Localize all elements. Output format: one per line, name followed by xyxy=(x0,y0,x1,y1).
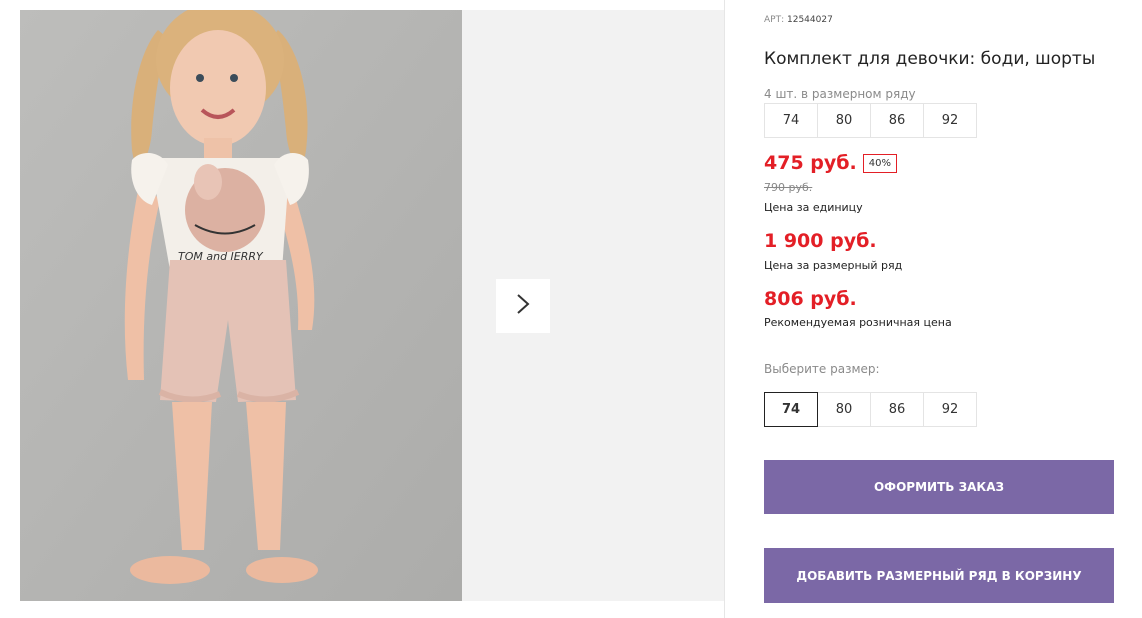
pack-note: 4 шт. в размерном ряду xyxy=(764,87,916,101)
pack-price-caption: Цена за размерный ряд xyxy=(764,259,903,272)
size-option-80[interactable]: 80 xyxy=(817,392,871,427)
retail-price-caption: Рекомендуемая розничная цена xyxy=(764,316,952,329)
pack-size: 80 xyxy=(817,103,871,138)
pack-price: 1 900 руб. xyxy=(764,230,877,252)
gallery-next-button[interactable] xyxy=(496,279,550,333)
sku-label: АРТ: xyxy=(764,15,785,25)
sku: АРТ: 12544027 xyxy=(764,15,833,25)
discount-badge: 40% xyxy=(862,153,897,173)
pack-size: 74 xyxy=(764,103,818,138)
product-gallery: TOM and JERRY xyxy=(0,0,724,618)
add-pack-to-cart-button[interactable]: ДОБАВИТЬ РАЗМЕРНЫЙ РЯД В КОРЗИНУ xyxy=(764,548,1114,603)
retail-price: 806 руб. xyxy=(764,288,857,310)
size-option-74[interactable]: 74 xyxy=(764,392,818,427)
sku-value: 12544027 xyxy=(787,15,833,25)
panel-divider xyxy=(724,0,725,618)
size-selector: 74 80 86 92 xyxy=(764,392,977,427)
unit-price-row: 475 руб. 40% xyxy=(764,152,897,174)
product-photo-illustration: TOM and JERRY xyxy=(20,10,462,601)
unit-price-caption: Цена за единицу xyxy=(764,201,863,214)
product-photo[interactable]: TOM and JERRY xyxy=(20,10,462,601)
size-option-86[interactable]: 86 xyxy=(870,392,924,427)
pack-size: 92 xyxy=(923,103,977,138)
unit-price: 475 руб. xyxy=(764,152,857,174)
size-option-92[interactable]: 92 xyxy=(923,392,977,427)
pack-sizes: 74 80 86 92 xyxy=(764,103,977,138)
pack-size: 86 xyxy=(870,103,924,138)
old-price: 790 руб. xyxy=(764,181,813,194)
chevron-right-icon xyxy=(516,293,530,319)
checkout-button[interactable]: ОФОРМИТЬ ЗАКАЗ xyxy=(764,460,1114,514)
product-title: Комплект для девочки: боди, шорты xyxy=(764,49,1096,69)
choose-size-label: Выберите размер: xyxy=(764,362,880,376)
